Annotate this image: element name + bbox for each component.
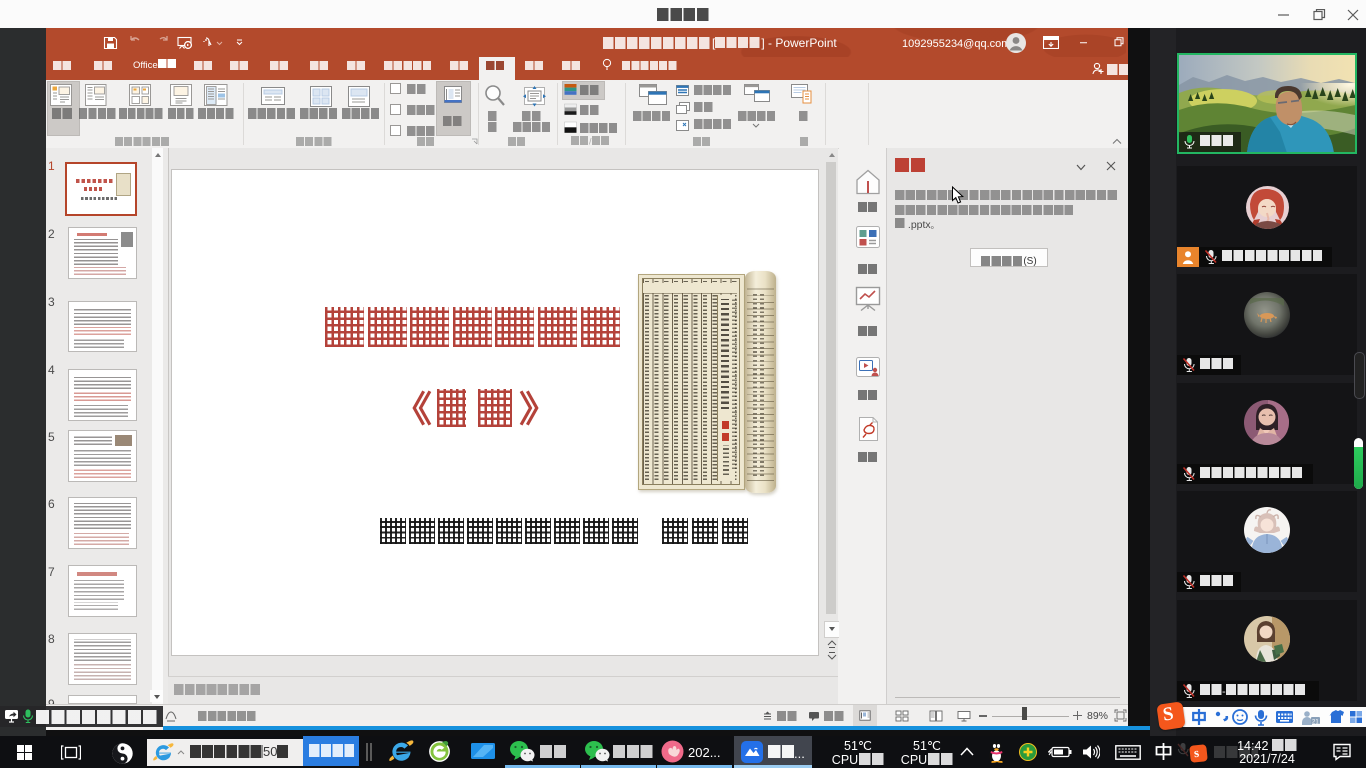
svg-text:21: 21 <box>1312 720 1319 726</box>
